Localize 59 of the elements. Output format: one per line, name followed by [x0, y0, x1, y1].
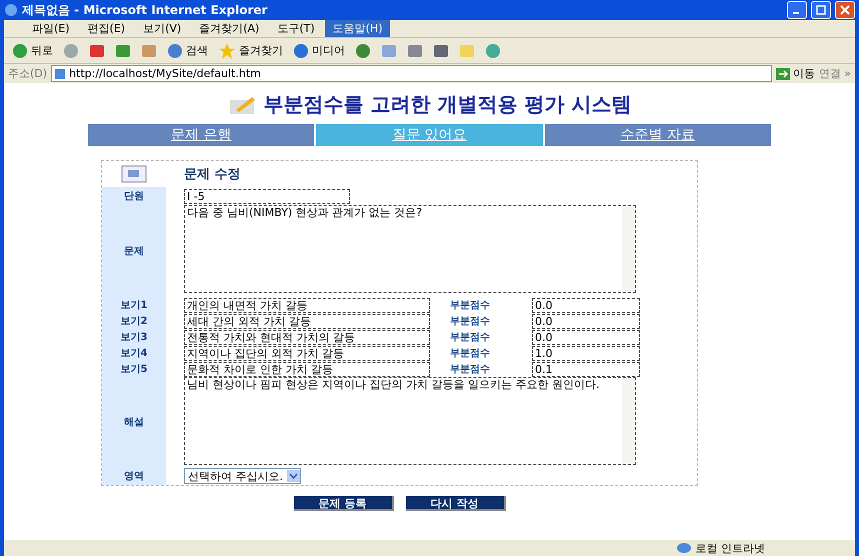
form-button[interactable]: 다시 작성	[406, 496, 506, 511]
menu-item[interactable]: 파일(E)	[24, 20, 78, 37]
field-label: 보기3	[102, 329, 166, 345]
arrow-icon	[776, 68, 790, 80]
window-title: 제목없음 - Microsoft Internet Explorer	[22, 2, 268, 18]
option-field[interactable]: 전통적 가치와 현대적 가치의 갈등	[184, 330, 430, 344]
form-title: 문제 수정	[184, 166, 241, 183]
score-label: 부분점수	[450, 299, 491, 312]
score-label: 부분점수	[450, 315, 491, 328]
field-label: 영역	[102, 467, 166, 485]
menu-item[interactable]: 도움말(H)	[324, 20, 390, 37]
close-icon	[840, 5, 850, 15]
menu-item[interactable]: 도구(T)	[269, 20, 323, 37]
field-label: 문제	[102, 205, 166, 297]
go-button[interactable]: 이동	[776, 66, 815, 81]
score-label: 부분점수	[450, 363, 491, 376]
minimize-button[interactable]	[787, 1, 807, 19]
option-field[interactable]: 지역이나 집단의 외적 가치 갈등	[184, 346, 430, 360]
score-label: 부분점수	[450, 347, 491, 360]
unit-field[interactable]: I -5	[184, 188, 350, 204]
option-field[interactable]: 개인의 내면적 가치 갈등	[184, 298, 430, 312]
maximize-icon	[816, 5, 826, 15]
field-label: 단원	[102, 187, 166, 205]
option-field[interactable]: 세대 간의 외적 가치 갈등	[184, 314, 430, 328]
status-zone: 로컬 인트라넷	[696, 540, 765, 556]
option-field[interactable]: 문화적 차이로 인한 가치 갈등	[184, 362, 430, 376]
score-field[interactable]: 0.0	[532, 330, 640, 344]
score-label: 부분점수	[450, 331, 491, 344]
score-field[interactable]: 0.0	[532, 314, 640, 328]
links-label[interactable]: 연결 »	[818, 66, 851, 81]
nav-tab[interactable]: 문제 은행	[88, 124, 314, 146]
address-field[interactable]: http://localhost/MySite/default.htm	[51, 65, 772, 82]
explanation-field[interactable]: 님비 현상이나 핌피 현상은 지역이나 집단의 가치 갈등을 일으키는 주요한 원인이다.	[184, 377, 636, 465]
field-label: 해설	[102, 377, 166, 467]
document-icon	[121, 165, 147, 183]
page-heading: 부분점수를 고려한 개별적용 평가 시스템	[264, 91, 632, 118]
toolbar-label[interactable]: 미디어	[312, 43, 345, 58]
maximize-button[interactable]	[811, 1, 831, 19]
toolbar-label[interactable]: 즐겨찾기	[239, 43, 283, 58]
dropdown-icon	[287, 470, 300, 482]
score-field[interactable]: 0.1	[532, 362, 640, 376]
menu-item[interactable]: 즐겨찾기(A)	[191, 20, 268, 37]
toolbar-label[interactable]: 뒤로	[31, 43, 53, 58]
area-select[interactable]: 선택하여 주십시오.	[184, 468, 301, 484]
field-label: 보기4	[102, 345, 166, 361]
question-field[interactable]: 다음 중 님비(NIMBY) 현상과 관계가 없는 것은?	[184, 205, 636, 293]
field-label: 보기5	[102, 361, 166, 377]
star-icon[interactable]	[218, 42, 236, 60]
menu-item[interactable]: 보기(V)	[135, 20, 190, 37]
score-field[interactable]: 1.0	[532, 346, 640, 360]
form-button[interactable]: 문제 등록	[294, 496, 394, 511]
menu-item[interactable]: 편집(E)	[80, 20, 134, 37]
score-field[interactable]: 0.0	[532, 298, 640, 312]
close-button[interactable]	[835, 1, 855, 19]
field-label: 보기2	[102, 313, 166, 329]
field-label: 보기1	[102, 297, 166, 313]
address-label: 주소(D)	[8, 66, 48, 81]
nav-tab[interactable]: 수준별 자료	[544, 124, 771, 146]
toolbar-label[interactable]: 검색	[186, 43, 208, 58]
